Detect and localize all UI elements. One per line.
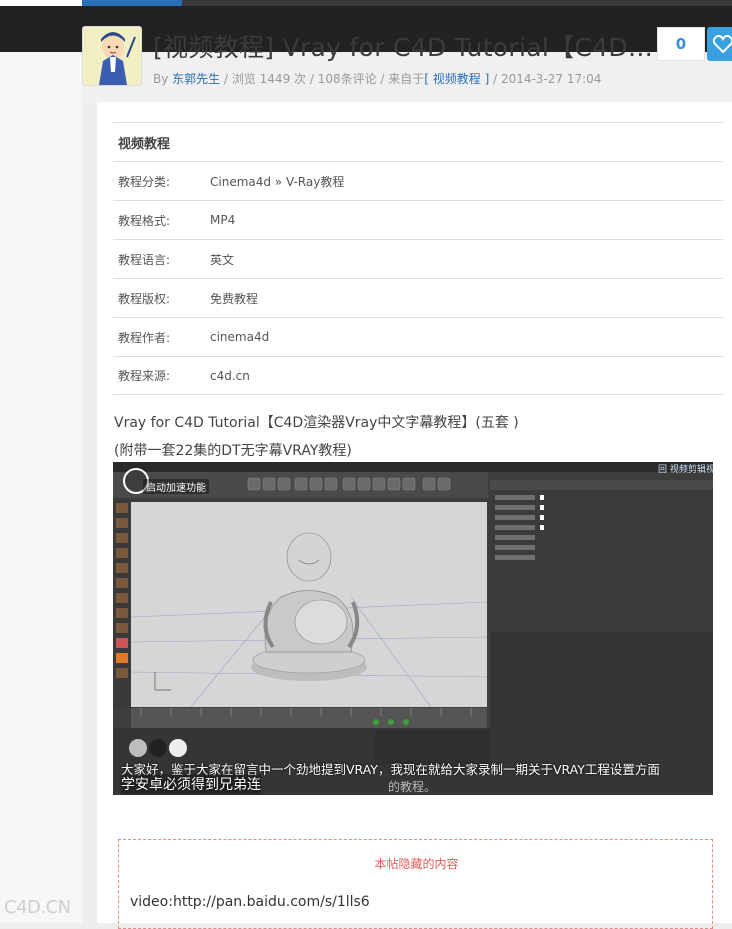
table-row: 教程作者: cinema4d bbox=[113, 317, 723, 356]
info-value: 英文 bbox=[210, 252, 235, 267]
description-line: Vray for C4D Tutorial【C4D渲染器Vray中文字幕教程】(… bbox=[114, 415, 519, 431]
info-key: 教程语言: bbox=[118, 252, 171, 267]
video-subtitle: 的教程。 bbox=[388, 780, 437, 794]
author-link[interactable]: 东郭先生 bbox=[172, 72, 220, 86]
info-value: MP4 bbox=[210, 213, 236, 227]
info-key: 教程来源: bbox=[118, 369, 171, 383]
info-key: 教程版权: bbox=[118, 291, 171, 306]
table-row: 教程格式: MP4 bbox=[113, 200, 723, 239]
description-line: (附带一套22集的DT无字幕VRAY教程) bbox=[114, 443, 352, 459]
video-object-manager bbox=[490, 480, 713, 630]
info-key: 教程格式: bbox=[118, 213, 171, 228]
table-row: 教程来源: c4d.cn bbox=[113, 356, 723, 395]
video-3d-viewport bbox=[130, 502, 488, 708]
meta-views: / 浏览 1449 次 / 108条评论 / 来自于 bbox=[220, 72, 425, 86]
video-app-timeline bbox=[131, 708, 487, 728]
meta-by: By bbox=[153, 72, 173, 86]
left-gutter bbox=[0, 52, 82, 923]
tutorial-info-table: 视频教程 教程分类: Cinema4d » V-Ray教程 教程格式: MP4 … bbox=[113, 122, 723, 395]
download-link[interactable]: video:http://pan.baidu.com/s/1lls6 bbox=[130, 894, 370, 910]
accelerate-label[interactable]: 启动加速功能 bbox=[143, 479, 209, 494]
video-attribute-panel bbox=[490, 632, 713, 742]
info-key: 教程作者: bbox=[118, 330, 171, 345]
table-row: 教程语言: 英文 bbox=[113, 239, 723, 278]
hidden-content-box: 本帖隐藏的内容 video:http://pan.baidu.com/s/1ll… bbox=[118, 839, 713, 929]
post-meta: By 东郭先生 / 浏览 1449 次 / 108条评论 / 来自于[ 视频教程… bbox=[153, 70, 601, 87]
video-subtitle: 学安卓必须得到兄弟连 bbox=[121, 774, 261, 794]
info-value: cinema4d bbox=[210, 330, 270, 344]
video-app-menubar bbox=[113, 462, 713, 472]
topbar-strip bbox=[182, 0, 732, 6]
table-row: 教程版权: 免费教程 bbox=[113, 278, 723, 317]
table-row: 教程分类: Cinema4d » V-Ray教程 bbox=[113, 161, 723, 200]
info-key: 教程分类: bbox=[118, 174, 171, 189]
video-channel-label: 回 视频剪辑视频 bbox=[658, 465, 713, 475]
meta-date: / 2014-3-27 17:04 bbox=[489, 72, 602, 86]
info-value: Cinema4d » V-Ray教程 bbox=[210, 174, 345, 189]
post-title[interactable]: [视频教程] Vray for C4D Tutorial【C4D… bbox=[153, 28, 653, 64]
video-player[interactable]: 回 视频剪辑视频 启动加速功能 大家好，鉴于大家在留言中一个劲地提到VRAY，我… bbox=[113, 462, 713, 795]
like-button[interactable] bbox=[707, 27, 732, 61]
info-value: c4d.cn bbox=[210, 368, 250, 383]
avatar[interactable] bbox=[82, 26, 142, 86]
hidden-content-title: 本帖隐藏的内容 bbox=[374, 857, 459, 871]
info-heading: 视频教程 bbox=[113, 122, 723, 161]
info-value: 免费教程 bbox=[210, 291, 259, 306]
heart-icon bbox=[713, 35, 732, 53]
video-app-lefttools bbox=[113, 498, 131, 708]
site-watermark: C4D.CN bbox=[4, 897, 71, 918]
topbar-logo-strip bbox=[0, 0, 82, 6]
like-count: 0 bbox=[657, 27, 705, 61]
category-link[interactable]: [ 视频教程 ] bbox=[424, 72, 489, 86]
topbar-active-tab[interactable] bbox=[82, 0, 182, 6]
